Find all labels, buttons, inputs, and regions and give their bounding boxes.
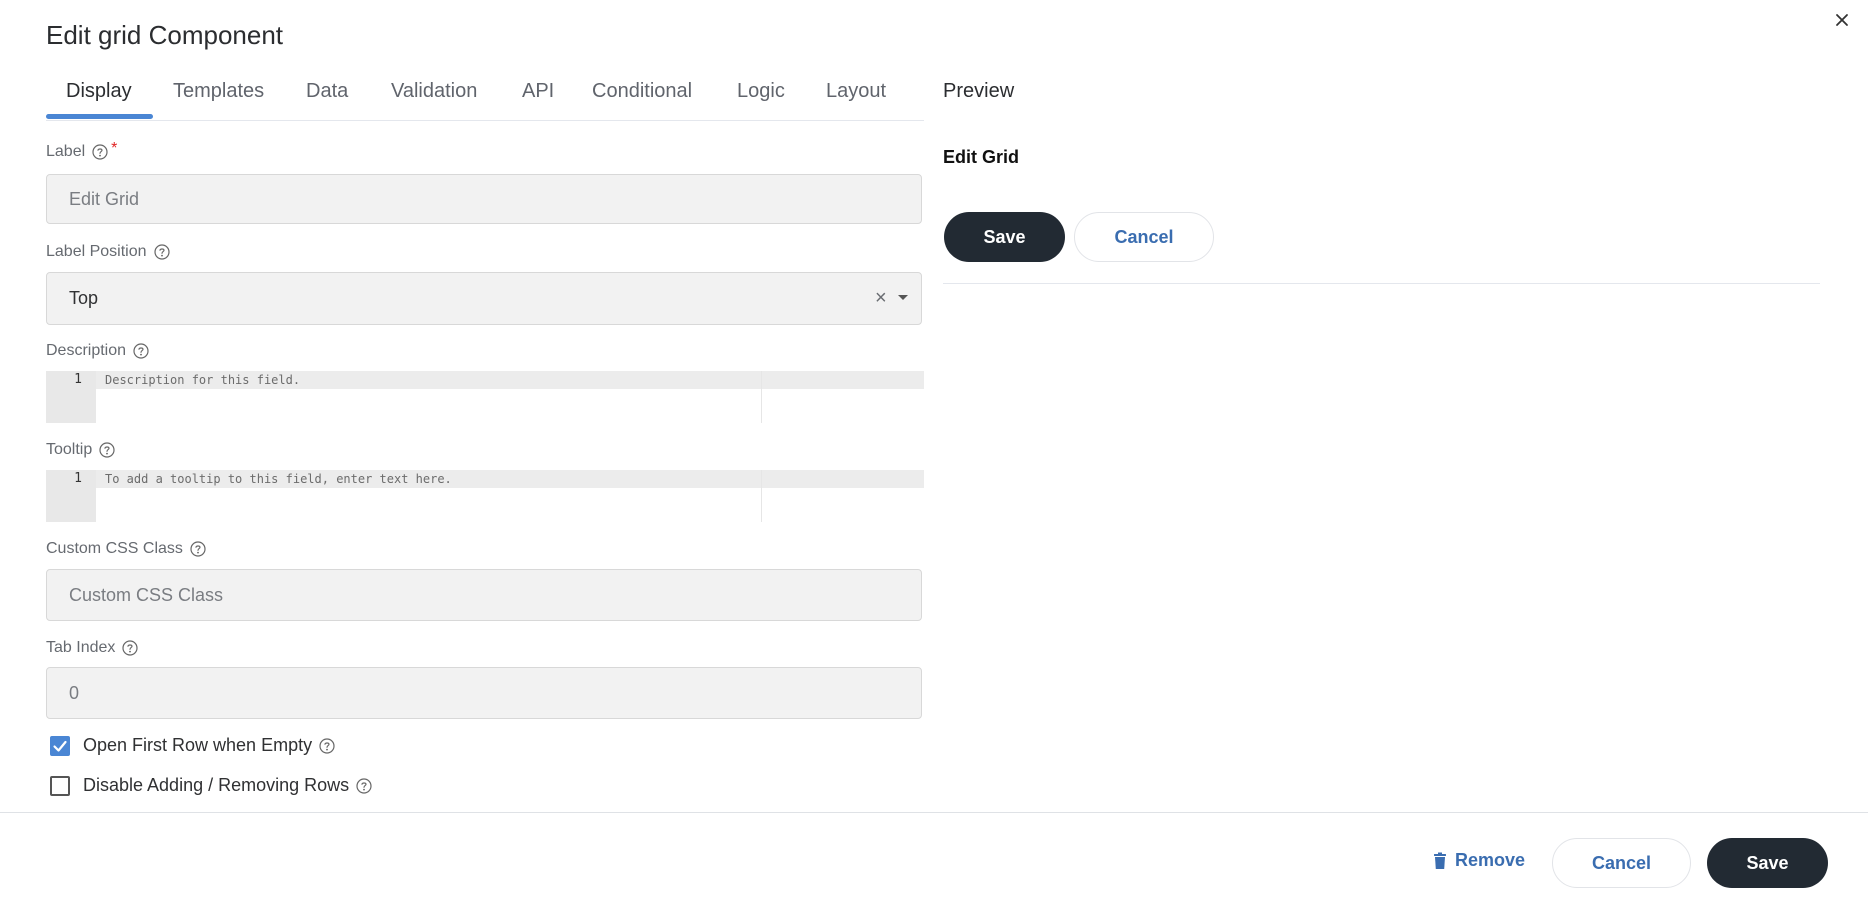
custom-css-input[interactable]: Custom CSS Class (46, 569, 922, 621)
print-margin (761, 371, 762, 423)
preview-component-label: Edit Grid (943, 147, 1019, 167)
help-icon[interactable] (133, 343, 149, 359)
dialog-title: Edit grid Component (46, 20, 284, 50)
tab-bar: Display Templates Data Validation API Co… (46, 70, 924, 121)
tab-logic[interactable]: Logic (737, 80, 785, 103)
tab-templates[interactable]: Templates (173, 80, 264, 103)
help-icon[interactable] (356, 777, 372, 794)
tab-layout[interactable]: Layout (826, 80, 886, 103)
label-input[interactable]: Edit Grid (46, 174, 922, 224)
tab-index-field-label: Tab Index (46, 639, 138, 657)
remove-label: Remove (1455, 850, 1526, 870)
print-margin (761, 470, 762, 522)
tab-index-input[interactable]: 0 (46, 667, 922, 719)
open-first-row-checkbox[interactable] (50, 736, 70, 756)
tab-validation[interactable]: Validation (391, 80, 477, 103)
preview-title: Preview (943, 80, 1015, 102)
help-icon[interactable] (92, 144, 108, 160)
tab-conditional[interactable]: Conditional (592, 80, 692, 103)
close-icon[interactable] (1832, 10, 1852, 30)
tooltip-title: Tooltip (46, 441, 93, 458)
label-position-value: Top (69, 288, 99, 308)
preview-divider (943, 283, 1820, 284)
line-number: 1 (74, 471, 82, 486)
active-tab-indicator (46, 114, 153, 119)
description-placeholder: Description for this field. (105, 373, 301, 387)
help-icon[interactable] (99, 442, 115, 458)
label-position-field-label: Label Position (46, 243, 170, 261)
open-first-row-text: Open First Row when Empty (83, 735, 313, 755)
help-icon[interactable] (122, 640, 138, 656)
description-field-label: Description (46, 342, 149, 360)
footer-save-button[interactable]: Save (1707, 838, 1828, 888)
disable-adding-text: Disable Adding / Removing Rows (83, 775, 350, 795)
tab-api[interactable]: API (522, 80, 554, 103)
tooltip-placeholder: To add a tooltip to this field, enter te… (105, 472, 452, 486)
footer-cancel-button[interactable]: Cancel (1552, 838, 1691, 888)
preview-cancel-button[interactable]: Cancel (1074, 212, 1214, 262)
description-editor[interactable]: 1 Description for this field. (46, 371, 924, 423)
trash-icon (1434, 852, 1446, 869)
tab-data[interactable]: Data (306, 80, 348, 103)
checkmark-icon (53, 740, 67, 752)
clear-icon[interactable]: × (875, 273, 887, 324)
help-icon[interactable] (319, 737, 335, 754)
label-position-select[interactable]: Top × (46, 272, 922, 325)
label-position-title: Label Position (46, 243, 147, 260)
tooltip-field-label: Tooltip (46, 441, 115, 459)
disable-adding-checkbox[interactable] (50, 776, 70, 796)
help-icon[interactable] (190, 541, 206, 557)
remove-button[interactable]: Remove (1433, 850, 1525, 871)
label-field-label: Label * (46, 140, 118, 161)
help-icon[interactable] (153, 244, 170, 260)
preview-save-button[interactable]: Save (944, 212, 1065, 262)
required-mark: * (111, 140, 118, 157)
label-title: Label (46, 143, 86, 160)
tab-index-title: Tab Index (46, 639, 116, 656)
footer-divider (0, 812, 1868, 813)
line-number: 1 (74, 372, 82, 387)
tooltip-editor[interactable]: 1 To add a tooltip to this field, enter … (46, 470, 924, 522)
description-title: Description (46, 342, 127, 359)
custom-css-title: Custom CSS Class (46, 540, 183, 557)
custom-css-field-label: Custom CSS Class (46, 540, 206, 558)
open-first-row-label: Open First Row when Empty (83, 735, 335, 756)
tab-display[interactable]: Display (66, 80, 132, 103)
chevron-down-icon[interactable] (898, 295, 908, 300)
disable-adding-label: Disable Adding / Removing Rows (83, 775, 372, 796)
